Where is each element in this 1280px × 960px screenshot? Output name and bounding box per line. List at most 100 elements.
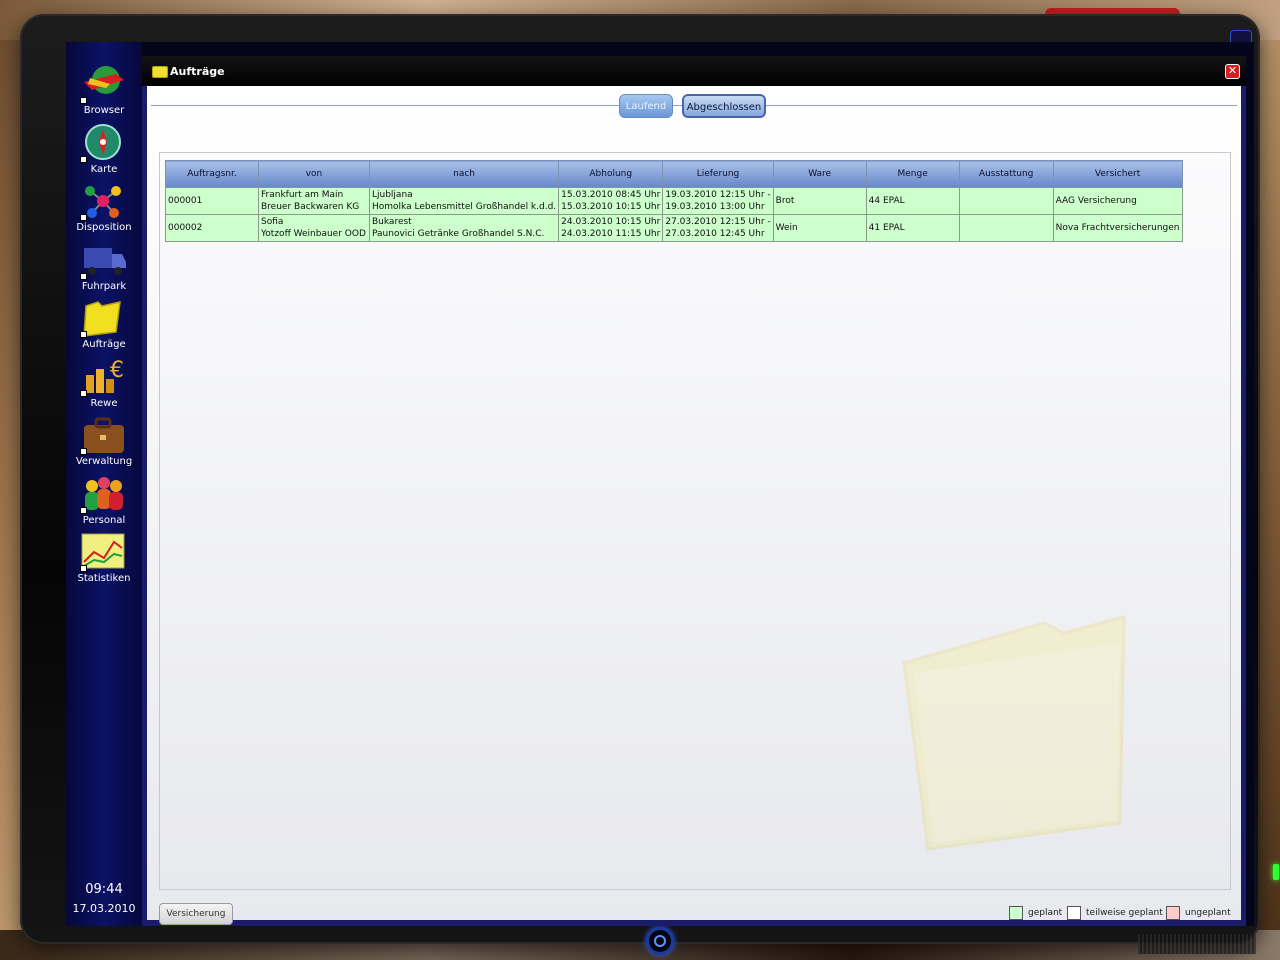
column-header[interactable]: Versichert xyxy=(1052,160,1183,188)
cell-auftragsnr: 000002 xyxy=(165,214,259,242)
sidebar-item-rewe[interactable]: € Rewe xyxy=(66,357,142,413)
column-header[interactable]: Menge xyxy=(865,160,960,188)
von-company: Yotzoff Weinbauer OOD xyxy=(261,229,366,239)
sidebar: Browser Karte Disposition Fuhrpark Auftr… xyxy=(66,42,142,926)
column-header[interactable]: Ware xyxy=(772,160,867,188)
legend-label: teilweise geplant xyxy=(1086,908,1163,918)
folder-icon xyxy=(152,66,168,78)
sidebar-item-label: Disposition xyxy=(76,222,132,233)
nach-city: Ljubljana xyxy=(372,190,413,200)
sidebar-item-fuhrpark[interactable]: Fuhrpark xyxy=(66,240,142,296)
sidebar-item-browser[interactable]: Browser xyxy=(66,64,142,120)
cell-menge: 41 EPAL xyxy=(865,214,960,242)
sidebar-item-label: Verwaltung xyxy=(75,456,133,467)
svg-text:€: € xyxy=(110,358,124,383)
sidebar-item-label: Fuhrpark xyxy=(81,281,127,292)
monitor-frame: Browser Karte Disposition Fuhrpark Auftr… xyxy=(20,14,1279,955)
briefcase-icon xyxy=(80,415,126,455)
legend-swatch xyxy=(1166,906,1180,920)
sidebar-item-personal[interactable]: Personal xyxy=(66,474,142,530)
column-header[interactable]: Abholung xyxy=(558,160,664,188)
versicherung-button[interactable]: Versicherung xyxy=(159,903,233,925)
lieferung-from: 19.03.2010 12:15 Uhr - xyxy=(665,190,771,200)
sidebar-item-auftraege[interactable]: Aufträge xyxy=(66,298,142,354)
column-header[interactable]: Auftragsnr. xyxy=(165,160,259,188)
money-icon: € xyxy=(80,357,126,397)
abholung-to: 15.03.2010 10:15 Uhr xyxy=(561,202,661,212)
sidebar-item-label: Aufträge xyxy=(82,339,126,350)
column-header[interactable]: von xyxy=(258,160,370,188)
window-titlebar[interactable]: Aufträge ✕ xyxy=(142,56,1246,86)
sidebar-item-karte[interactable]: Karte xyxy=(66,123,142,179)
cell-abholung: 15.03.2010 08:45 Uhr 15.03.2010 10:15 Uhr xyxy=(558,187,664,215)
cell-versichert: Nova Frachtversicherungen xyxy=(1052,214,1183,242)
window-content: Laufend Abgeschlossen Auftragsnr. von na… xyxy=(147,86,1241,925)
cell-von: Frankfurt am Main Breuer Backwaren KG xyxy=(258,187,370,215)
sidebar-item-label: Statistiken xyxy=(77,573,131,584)
nach-company: Homolka Lebensmittel Großhandel k.d.d. xyxy=(372,202,557,212)
tab-abgeschlossen[interactable]: Abgeschlossen xyxy=(682,94,766,118)
table-row[interactable]: 000002 Sofia Yotzoff Weinbauer OOD Bukare… xyxy=(165,214,1183,242)
sidebar-item-label: Personal xyxy=(82,515,126,526)
molecule-icon xyxy=(80,181,126,221)
lieferung-to: 19.03.2010 13:00 Uhr xyxy=(665,202,765,212)
folder-icon xyxy=(80,298,126,338)
chart-icon xyxy=(80,532,126,572)
sidebar-item-disposition[interactable]: Disposition xyxy=(66,181,142,237)
monitor-power-button[interactable] xyxy=(646,927,674,955)
screen: Browser Karte Disposition Fuhrpark Auftr… xyxy=(66,42,1254,926)
column-header[interactable]: nach xyxy=(368,160,560,188)
column-header[interactable]: Lieferung xyxy=(662,160,774,188)
sidebar-item-verwaltung[interactable]: Verwaltung xyxy=(66,415,142,471)
column-header[interactable]: Ausstattung xyxy=(958,160,1054,188)
people-icon xyxy=(80,474,126,514)
sidebar-item-label: Rewe xyxy=(90,398,118,409)
abholung-to: 24.03.2010 11:15 Uhr xyxy=(561,229,661,239)
legend-swatch xyxy=(1067,906,1081,920)
legend-label: geplant xyxy=(1028,908,1063,918)
cell-auftragsnr: 000001 xyxy=(165,187,259,215)
power-led-icon xyxy=(1273,864,1279,880)
close-button[interactable]: ✕ xyxy=(1225,64,1240,79)
cell-nach: Bukarest Paunovici Getränke Großhandel S.… xyxy=(368,214,560,242)
cell-von: Sofia Yotzoff Weinbauer OOD xyxy=(258,214,370,242)
compass-icon xyxy=(80,123,126,163)
cell-ware: Brot xyxy=(772,187,867,215)
sidebar-item-label: Karte xyxy=(90,164,118,175)
legend-swatch xyxy=(1009,906,1023,920)
cell-ausstattung xyxy=(958,187,1054,215)
sidebar-item-label: Browser xyxy=(83,105,125,116)
von-city: Sofia xyxy=(261,217,284,227)
cell-nach: Ljubljana Homolka Lebensmittel Großhandel… xyxy=(368,187,560,215)
lieferung-from: 27.03.2010 12:15 Uhr - xyxy=(665,217,771,227)
truck-icon xyxy=(80,240,126,280)
clock-time: 09:44 xyxy=(85,882,123,897)
legend-label: ungeplant xyxy=(1185,908,1231,918)
cell-lieferung: 27.03.2010 12:15 Uhr - 27.03.2010 12:45 U… xyxy=(662,214,774,242)
cell-ausstattung xyxy=(958,214,1054,242)
cell-menge: 44 EPAL xyxy=(865,187,960,215)
von-company: Breuer Backwaren KG xyxy=(261,202,360,212)
von-city: Frankfurt am Main xyxy=(261,190,344,200)
browser-icon xyxy=(80,64,126,104)
auftraege-window: Aufträge ✕ Laufend Abgeschlossen Auftrag… xyxy=(142,56,1246,926)
cell-versichert: AAG Versicherung xyxy=(1052,187,1183,215)
cell-lieferung: 19.03.2010 12:15 Uhr - 19.03.2010 13:00 U… xyxy=(662,187,774,215)
nach-company: Paunovici Getränke Großhandel S.N.C. xyxy=(372,229,545,239)
sidebar-item-statistiken[interactable]: Statistiken xyxy=(66,532,142,588)
tab-laufend[interactable]: Laufend xyxy=(619,94,673,118)
cell-ware: Wein xyxy=(772,214,867,242)
speaker-grille xyxy=(1138,934,1256,954)
abholung-from: 24.03.2010 10:15 Uhr xyxy=(561,217,661,227)
orders-panel: Auftragsnr. von nach Abholung Lieferung … xyxy=(159,152,1231,890)
folder-watermark-icon xyxy=(902,615,1126,851)
orders-table: Auftragsnr. von nach Abholung Lieferung … xyxy=(165,160,1183,242)
table-row[interactable]: 000001 Frankfurt am Main Breuer Backwaren… xyxy=(165,187,1183,215)
cell-abholung: 24.03.2010 10:15 Uhr 24.03.2010 11:15 Uhr xyxy=(558,214,664,242)
nach-city: Bukarest xyxy=(372,217,412,227)
abholung-from: 15.03.2010 08:45 Uhr xyxy=(561,190,661,200)
lieferung-to: 27.03.2010 12:45 Uhr xyxy=(665,229,765,239)
clock-date: 17.03.2010 xyxy=(72,902,136,915)
window-title: Aufträge xyxy=(170,65,225,78)
table-header-row: Auftragsnr. von nach Abholung Lieferung … xyxy=(165,160,1183,188)
